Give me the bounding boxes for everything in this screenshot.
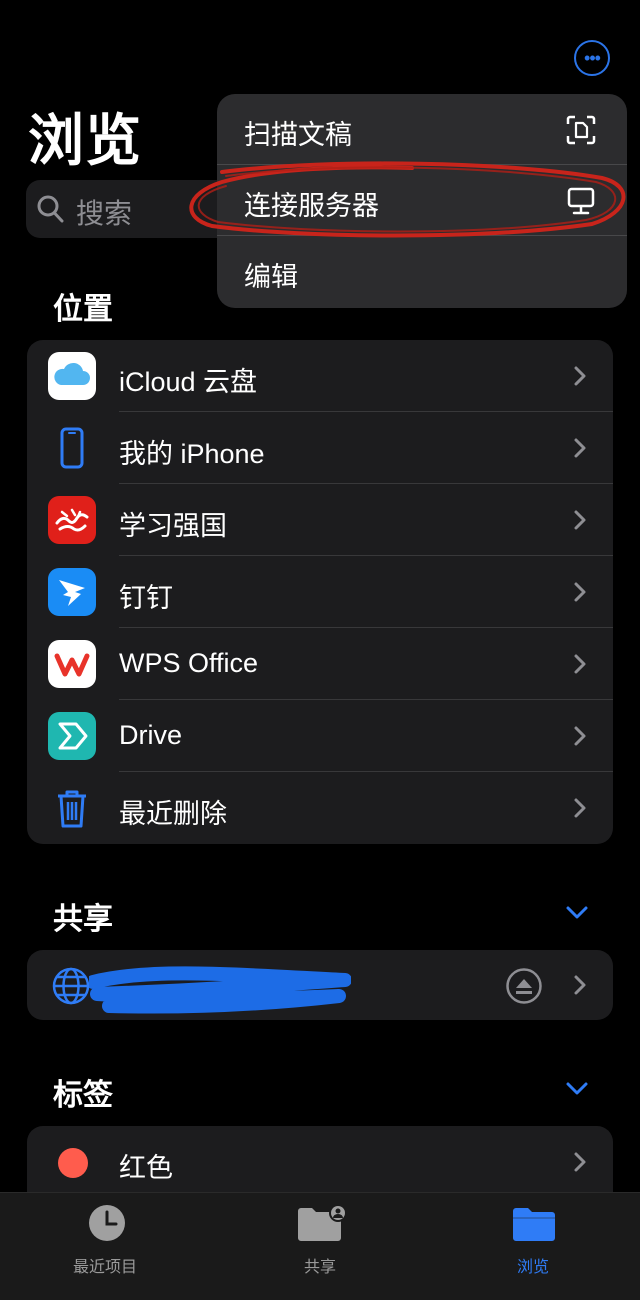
xuexi-qiangguo-app-icon bbox=[48, 496, 96, 544]
iphone-icon bbox=[48, 424, 96, 472]
chevron-down-icon[interactable] bbox=[565, 1078, 589, 1098]
dingtalk-app-icon bbox=[48, 568, 96, 616]
highlight-annotation bbox=[189, 161, 626, 238]
locations-list: iCloud 云盘 我的 iPhone 学习强国 钉钉 WPS Office D… bbox=[27, 340, 613, 844]
drive-app-icon bbox=[48, 712, 96, 760]
location-xuexi-qiangguo[interactable]: 学习强国 bbox=[27, 484, 613, 556]
chevron-down-icon[interactable] bbox=[565, 902, 589, 922]
tab-browse[interactable]: 浏览 bbox=[433, 1193, 633, 1300]
menu-item-label: 扫描文稿 bbox=[244, 120, 352, 150]
tab-shared[interactable]: 共享 bbox=[220, 1193, 420, 1300]
ellipsis-icon: ••• bbox=[584, 48, 601, 68]
chevron-right-icon bbox=[574, 510, 586, 530]
chevron-right-icon bbox=[574, 975, 586, 995]
chevron-right-icon bbox=[574, 582, 586, 602]
tag-red[interactable]: 红色 bbox=[27, 1126, 613, 1198]
tab-recents[interactable]: 最近项目 bbox=[5, 1193, 205, 1300]
chevron-right-icon bbox=[574, 798, 586, 818]
location-dingtalk[interactable]: 钉钉 bbox=[27, 556, 613, 628]
menu-item-label: 编辑 bbox=[244, 262, 298, 292]
chevron-right-icon bbox=[574, 726, 586, 746]
location-icloud-drive[interactable]: iCloud 云盘 bbox=[27, 340, 613, 412]
trash-icon bbox=[48, 784, 96, 832]
location-wps-office[interactable]: WPS Office bbox=[27, 628, 613, 700]
tag-label: 红色 bbox=[119, 1153, 173, 1183]
tab-label: 共享 bbox=[303, 1259, 336, 1276]
clock-icon bbox=[89, 1205, 125, 1241]
location-label: 钉钉 bbox=[119, 583, 173, 613]
section-header-shared: 共享 bbox=[53, 903, 113, 936]
shared-list bbox=[27, 950, 613, 1020]
location-label: 最近删除 bbox=[119, 799, 227, 829]
tab-label: 最近项目 bbox=[72, 1259, 137, 1276]
search-placeholder: 搜索 bbox=[76, 198, 133, 229]
section-header-locations: 位置 bbox=[53, 293, 113, 326]
tag-color-dot bbox=[58, 1148, 88, 1178]
chevron-right-icon bbox=[574, 366, 586, 386]
wps-office-app-icon bbox=[48, 640, 96, 688]
page-title: 浏览 bbox=[28, 109, 142, 172]
location-my-iphone[interactable]: 我的 iPhone bbox=[27, 412, 613, 484]
location-label: WPS Office bbox=[119, 648, 259, 678]
redaction-scribble bbox=[89, 966, 351, 1014]
location-drive[interactable]: Drive bbox=[27, 700, 613, 772]
chevron-right-icon bbox=[574, 654, 586, 674]
section-header-tags: 标签 bbox=[53, 1079, 113, 1112]
shared-server-item[interactable] bbox=[27, 950, 613, 1020]
shared-folder-icon bbox=[298, 1204, 347, 1241]
location-label: iCloud 云盘 bbox=[119, 367, 258, 397]
tab-label: 浏览 bbox=[516, 1259, 549, 1276]
more-options-button[interactable]: ••• bbox=[574, 40, 610, 76]
location-label: 学习强国 bbox=[119, 511, 227, 541]
tab-bar: 最近项目 共享 浏览 bbox=[0, 1192, 640, 1300]
folder-icon bbox=[513, 1208, 555, 1241]
location-label: 我的 iPhone bbox=[119, 439, 265, 469]
location-recently-deleted[interactable]: 最近删除 bbox=[27, 772, 613, 844]
doc-scan-icon bbox=[566, 115, 596, 145]
chevron-right-icon bbox=[574, 1152, 586, 1172]
globe-icon bbox=[52, 967, 90, 1005]
eject-icon[interactable] bbox=[505, 967, 543, 1005]
location-label: Drive bbox=[119, 720, 183, 750]
search-icon bbox=[37, 195, 64, 223]
chevron-right-icon bbox=[574, 438, 586, 458]
icloud-icon bbox=[48, 352, 96, 400]
